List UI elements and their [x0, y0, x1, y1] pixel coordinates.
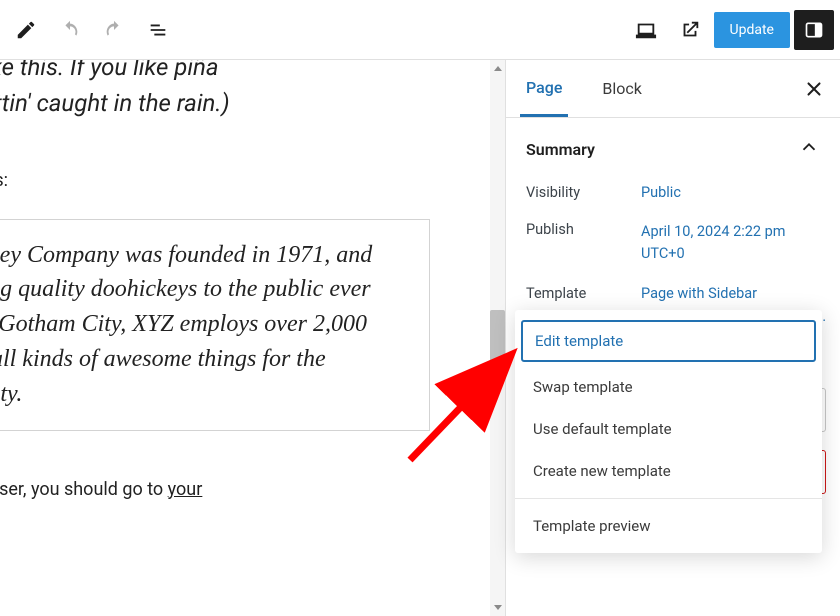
visibility-label: Visibility — [526, 184, 641, 201]
scroll-up-button[interactable] — [490, 60, 505, 78]
tab-page[interactable]: Page — [520, 60, 568, 117]
topbar-left-group — [6, 10, 178, 50]
quote-block-2-container[interactable]: The XYZ Doohickey Company was founded in… — [0, 219, 430, 431]
sidebar-tabs: Page Block — [506, 60, 840, 118]
dropdown-edit-template[interactable]: Edit template — [521, 320, 816, 362]
tab-block[interactable]: Block — [596, 60, 647, 117]
publish-label: Publish — [526, 221, 641, 238]
edit-tool-button[interactable] — [6, 10, 46, 50]
document-overview-button[interactable] — [138, 10, 178, 50]
topbar-right-group: Update — [626, 10, 834, 50]
dropdown-divider — [515, 498, 822, 499]
visibility-value[interactable]: Public — [641, 184, 820, 201]
redo-icon — [103, 19, 125, 41]
your-link[interactable]: your — [168, 479, 203, 500]
update-button[interactable]: Update — [714, 12, 790, 48]
sidebar-panel-icon — [804, 20, 824, 40]
dropdown-create-new-template[interactable]: Create new template — [515, 450, 822, 492]
visibility-row: Visibility Public — [526, 184, 820, 201]
template-label: Template — [526, 285, 641, 302]
paragraph-block[interactable]: …or something like this: — [0, 170, 430, 191]
view-device-button[interactable] — [626, 10, 666, 50]
external-link-icon — [679, 19, 701, 41]
scroll-down-button[interactable] — [490, 598, 505, 616]
quote-block-2[interactable]: The XYZ Doohickey Company was founded in… — [0, 238, 407, 412]
summary-panel: Summary Visibility Public Publish April … — [506, 118, 840, 332]
list-view-icon — [147, 19, 169, 41]
dropdown-template-preview[interactable]: Template preview — [515, 505, 822, 547]
template-row: Template Page with Sidebar — [526, 285, 820, 302]
settings-sidebar-toggle[interactable] — [794, 10, 834, 50]
close-sidebar-button[interactable] — [798, 73, 830, 105]
redo-button[interactable] — [94, 10, 134, 50]
editor-canvas[interactable]: …or something like this. If you like piñ… — [0, 60, 490, 616]
canvas-scrollbar[interactable] — [490, 60, 505, 616]
scroll-thumb[interactable] — [490, 310, 505, 362]
editor-topbar: Update — [0, 0, 840, 60]
quote-block-1[interactable]: …or something like this. If you like piñ… — [0, 60, 430, 122]
undo-button[interactable] — [50, 10, 90, 50]
close-icon — [803, 78, 825, 100]
paragraph-block-2[interactable]: As a new WordPress user, you should go t… — [0, 479, 430, 500]
dropdown-swap-template[interactable]: Swap template — [515, 366, 822, 408]
template-dropdown: Edit template Swap template Use default … — [515, 310, 822, 553]
preview-external-button[interactable] — [670, 10, 710, 50]
chevron-up-icon — [798, 136, 820, 162]
undo-icon — [59, 19, 81, 41]
publish-row: Publish April 10, 2024 2:22 pm UTC+0 — [526, 221, 820, 265]
summary-title: Summary — [526, 140, 595, 159]
publish-value[interactable]: April 10, 2024 2:22 pm UTC+0 — [641, 221, 820, 265]
pencil-icon — [15, 19, 37, 41]
summary-panel-header[interactable]: Summary — [526, 136, 820, 162]
summary-rows: Visibility Public Publish April 10, 2024… — [526, 184, 820, 302]
laptop-icon — [635, 19, 657, 41]
template-value[interactable]: Page with Sidebar — [641, 285, 820, 302]
dropdown-use-default-template[interactable]: Use default template — [515, 408, 822, 450]
